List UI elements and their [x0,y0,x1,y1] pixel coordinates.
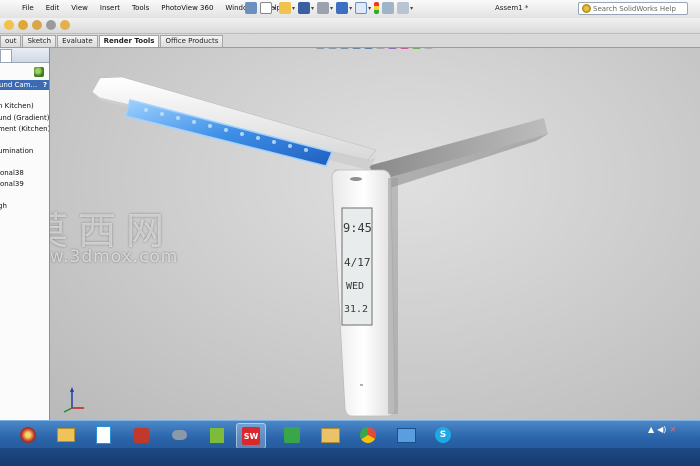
tab-evaluate[interactable]: Evaluate [57,35,98,47]
chevron-down-icon[interactable]: ▾ [410,5,413,12]
chevron-down-icon[interactable]: ▾ [292,5,295,12]
tab-office-products[interactable]: Office Products [160,35,224,47]
panel-tab-strip [0,48,49,63]
help-icon[interactable]: ? [43,80,47,90]
menu-insert[interactable]: Insert [94,3,126,14]
green-app-icon [210,427,224,443]
undo-icon[interactable] [336,2,349,14]
red-app-icon [133,427,149,443]
axis-triad [63,387,84,413]
search-input[interactable] [593,4,681,13]
taskbar-app-folder[interactable] [316,423,344,447]
taskbar-app-tool[interactable] [165,423,193,447]
volume-icon[interactable]: ◀) [657,425,666,434]
command-manager-tabs: out Sketch Evaluate Render Tools Office … [0,34,700,48]
print-icon[interactable] [317,2,330,14]
tree-item[interactable]: und (Gradient) [0,114,49,122]
lcd-dot [360,384,363,386]
lcd-temperature: 31.2 [344,304,369,315]
chevron-down-icon[interactable]: ▾ [349,5,352,12]
tree-item[interactable]: ment (Kitchen) [0,125,49,133]
menu-edit[interactable]: Edit [40,3,66,14]
display-manager-panel: und Cam... ? n Kitchen) und (Gradient) m… [0,48,50,420]
green-chart-icon [284,427,300,443]
tree-item[interactable]: umination [0,147,33,155]
folder-icon [320,427,340,443]
gray-tool-icon [171,430,187,440]
lcd-time: 9:45 [343,221,372,235]
start-orb-icon [20,427,36,443]
skype-label: S [439,430,447,440]
panel-section-header[interactable]: und Cam... ? [0,80,49,90]
taskbar-lower-strip [0,448,700,466]
chevron-down-icon[interactable]: ▾ [311,5,314,12]
taskbar-app-computer[interactable] [392,423,420,447]
lightbulb-icon[interactable] [18,20,28,30]
taskbar-app-document[interactable] [89,423,117,447]
chevron-down-icon[interactable]: ▾ [330,5,333,12]
explorer-folder-icon [57,428,75,442]
taskbar-app-chart[interactable] [278,423,306,447]
graphics-viewport[interactable]: 9:45 4/17 WED 31.2 莫西网 www.3dmox.com [50,48,700,420]
scene-icon[interactable] [34,67,44,77]
watermark-url: www.3dmox.com [50,247,179,267]
menu-photoview[interactable]: PhotoView 360 [155,3,219,14]
panel-header-label: und Cam... [0,81,38,89]
tab-render-tools[interactable]: Render Tools [98,35,160,47]
pin-icon[interactable] [245,2,257,14]
chrome-icon [360,427,376,443]
screen-icon[interactable] [397,2,410,14]
lcd-date: 4/17 [344,256,371,269]
lcd-day: WED [346,281,365,292]
menu-tools[interactable]: Tools [126,3,155,14]
menu-view[interactable]: View [65,3,94,14]
lightbulb-icon[interactable] [4,20,14,30]
taskbar-app-solidworks[interactable]: SW [236,423,266,449]
panel-tab[interactable] [0,49,12,62]
options-icon[interactable] [382,2,395,14]
chevron-down-icon[interactable]: ▾ [273,5,276,12]
open-folder-icon[interactable] [279,2,292,14]
taskbar-app-skype[interactable]: S [429,423,457,447]
menu-bar: File Edit View Insert Tools PhotoView 36… [0,0,700,19]
select-pointer-icon[interactable] [355,2,368,14]
document-app-icon [95,426,111,444]
taskbar-app-green[interactable] [203,423,231,447]
rear-arm [368,118,548,180]
windows-taskbar: SW S ▲ ◀) ✕ [0,420,700,466]
scene-icon[interactable] [60,20,70,30]
search-icon [582,4,591,13]
tree-item[interactable]: n Kitchen) [0,102,34,110]
skype-icon: S [435,427,451,443]
traffic-light-icon[interactable] [374,2,380,14]
quick-toolbar [0,18,700,34]
menu-file[interactable]: File [16,3,40,14]
help-search-box[interactable] [578,2,688,15]
camera-icon[interactable] [46,20,56,30]
new-document-icon[interactable] [260,2,272,14]
save-icon[interactable] [298,2,311,14]
taskbar-app-chrome[interactable] [354,423,382,447]
solidworks-label: SW [243,431,259,441]
render-icon[interactable] [32,20,42,30]
window-title: Assem1 * [495,4,529,12]
tab-sketch[interactable]: Sketch [22,35,57,47]
taskbar-app-red[interactable] [127,423,155,447]
hinge-notch [350,177,362,181]
standard-toolbar: ▾ ▾ ▾ ▾ ▾ ▾ ▾ [245,2,413,14]
taskbar-app-explorer[interactable] [52,423,80,447]
chevron-down-icon[interactable]: ▾ [368,5,371,12]
system-tray: ▲ ◀) ✕ [648,425,676,434]
base-side-shadow [388,178,398,414]
computer-icon [396,427,416,443]
network-icon[interactable]: ✕ [669,425,676,434]
tree-item[interactable]: ional38 [0,169,24,177]
tab-layout[interactable]: out [0,35,22,47]
tree-item[interactable]: gh [0,202,7,210]
start-button[interactable] [14,423,42,447]
tree-item[interactable]: ional39 [0,180,24,188]
solidworks-icon: SW [242,427,260,445]
tray-expand-icon[interactable]: ▲ [648,425,654,434]
